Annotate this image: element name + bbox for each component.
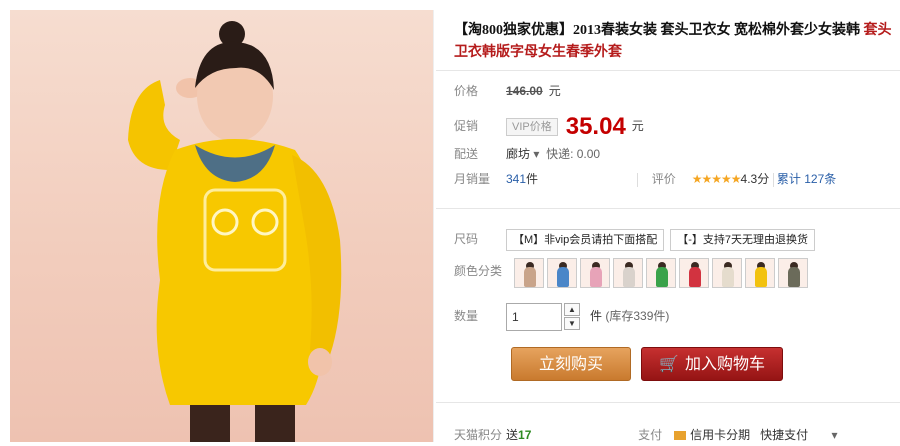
color-swatch[interactable]: [745, 258, 775, 288]
points-prefix: 送: [506, 428, 519, 442]
increase-icon[interactable]: ▲: [564, 302, 580, 316]
quantity-unit: 件: [590, 309, 603, 323]
sales-row: 月销量 341件 评价 ★★★★★4.3分 累计 127条: [454, 168, 836, 190]
price-label: 价格: [454, 84, 479, 98]
delivery-method: 快递: 0.00: [546, 147, 601, 161]
color-swatch[interactable]: [613, 258, 643, 288]
credit-installment[interactable]: 信用卡分期: [690, 428, 750, 442]
review-count-link[interactable]: 累计 127条: [777, 172, 836, 186]
star-rating-icon: ★★★★★: [691, 172, 742, 186]
promo-row: 促销 VIP价格 35.04 元: [454, 112, 644, 140]
sales-label: 月销量: [454, 172, 491, 186]
buy-now-button[interactable]: 立刻购买: [511, 347, 631, 381]
product-info-panel: 【淘800独家优惠】2013春装女装 套头卫衣女 宽松棉外套少女装韩 套头卫衣韩…: [436, 0, 900, 442]
divider: [436, 70, 900, 71]
color-swatch[interactable]: [580, 258, 610, 288]
delivery-row: 配送 廊坊 ▾ 快递: 0.00: [454, 143, 600, 165]
pay-label: 支付: [638, 428, 663, 442]
price-row: 价格 146.00 元: [454, 80, 561, 102]
delivery-location-select[interactable]: 廊坊 ▾: [506, 147, 539, 161]
promo-unit: 元: [631, 119, 644, 133]
add-to-cart-button[interactable]: 🛒 加入购物车: [641, 347, 783, 381]
color-swatch[interactable]: [514, 258, 544, 288]
credit-card-icon: [674, 431, 687, 441]
points-value: 17: [518, 428, 532, 442]
sales-count: 341: [506, 172, 527, 186]
delivery-label: 配送: [454, 147, 479, 161]
decrease-icon[interactable]: ▼: [564, 316, 580, 330]
original-price: 146.00: [506, 84, 543, 98]
chevron-down-icon: ▾: [533, 147, 540, 161]
model-illustration: [128, 21, 342, 442]
cart-icon: 🛒: [659, 356, 679, 373]
product-title-main: 【淘800独家优惠】2013春装女装 套头卫衣女 宽松棉外套少女装韩: [454, 23, 860, 38]
rating-label: 评价: [651, 172, 676, 186]
size-label: 尺码: [454, 232, 479, 246]
add-to-cart-label: 加入购物车: [684, 356, 765, 373]
quantity-stepper[interactable]: ▲ ▼: [564, 302, 580, 331]
color-swatch[interactable]: [712, 258, 742, 288]
color-label-row: 颜色分类: [454, 260, 514, 282]
quantity-row: 数量 1 ▲ ▼ 件 (库存339件): [454, 300, 669, 332]
rating-score: 4.3分: [740, 172, 770, 186]
sales-unit: 件: [526, 172, 539, 186]
color-swatch[interactable]: [679, 258, 709, 288]
divider: [436, 208, 900, 209]
color-swatch[interactable]: [646, 258, 676, 288]
quantity-label: 数量: [454, 309, 479, 323]
size-row: 尺码 【M】非vip会员请拍下面搭配 【-】支持7天无理由退换货: [454, 228, 821, 251]
size-option-m[interactable]: 【M】非vip会员请拍下面搭配: [506, 229, 665, 251]
quick-pay[interactable]: 快捷支付: [760, 428, 808, 442]
stock-count: (库存339件): [605, 309, 670, 323]
delivery-location: 廊坊: [506, 147, 531, 161]
vip-price-tag: VIP价格: [506, 117, 558, 136]
color-label: 颜色分类: [454, 264, 503, 278]
divider: [772, 172, 774, 187]
quantity-input[interactable]: 1: [506, 302, 562, 331]
product-image[interactable]: [10, 10, 434, 442]
divider: [637, 172, 639, 187]
promo-price: 35.04: [565, 112, 626, 140]
product-title: 【淘800独家优惠】2013春装女装 套头卫衣女 宽松棉外套少女装韩 套头卫衣韩…: [454, 20, 894, 64]
price-unit: 元: [548, 84, 561, 98]
divider: [436, 402, 900, 403]
chevron-down-icon[interactable]: ▾: [831, 428, 837, 442]
color-swatch[interactable]: [547, 258, 577, 288]
footer-row: 天猫积分 送17 支付 信用卡分期 快捷支付 ▾: [454, 424, 837, 446]
color-swatch[interactable]: [778, 258, 808, 288]
color-swatch-list: [514, 258, 811, 291]
promo-label: 促销: [454, 119, 479, 133]
size-option-return[interactable]: 【-】支持7天无理由退换货: [670, 229, 816, 251]
points-label: 天猫积分: [454, 428, 503, 442]
